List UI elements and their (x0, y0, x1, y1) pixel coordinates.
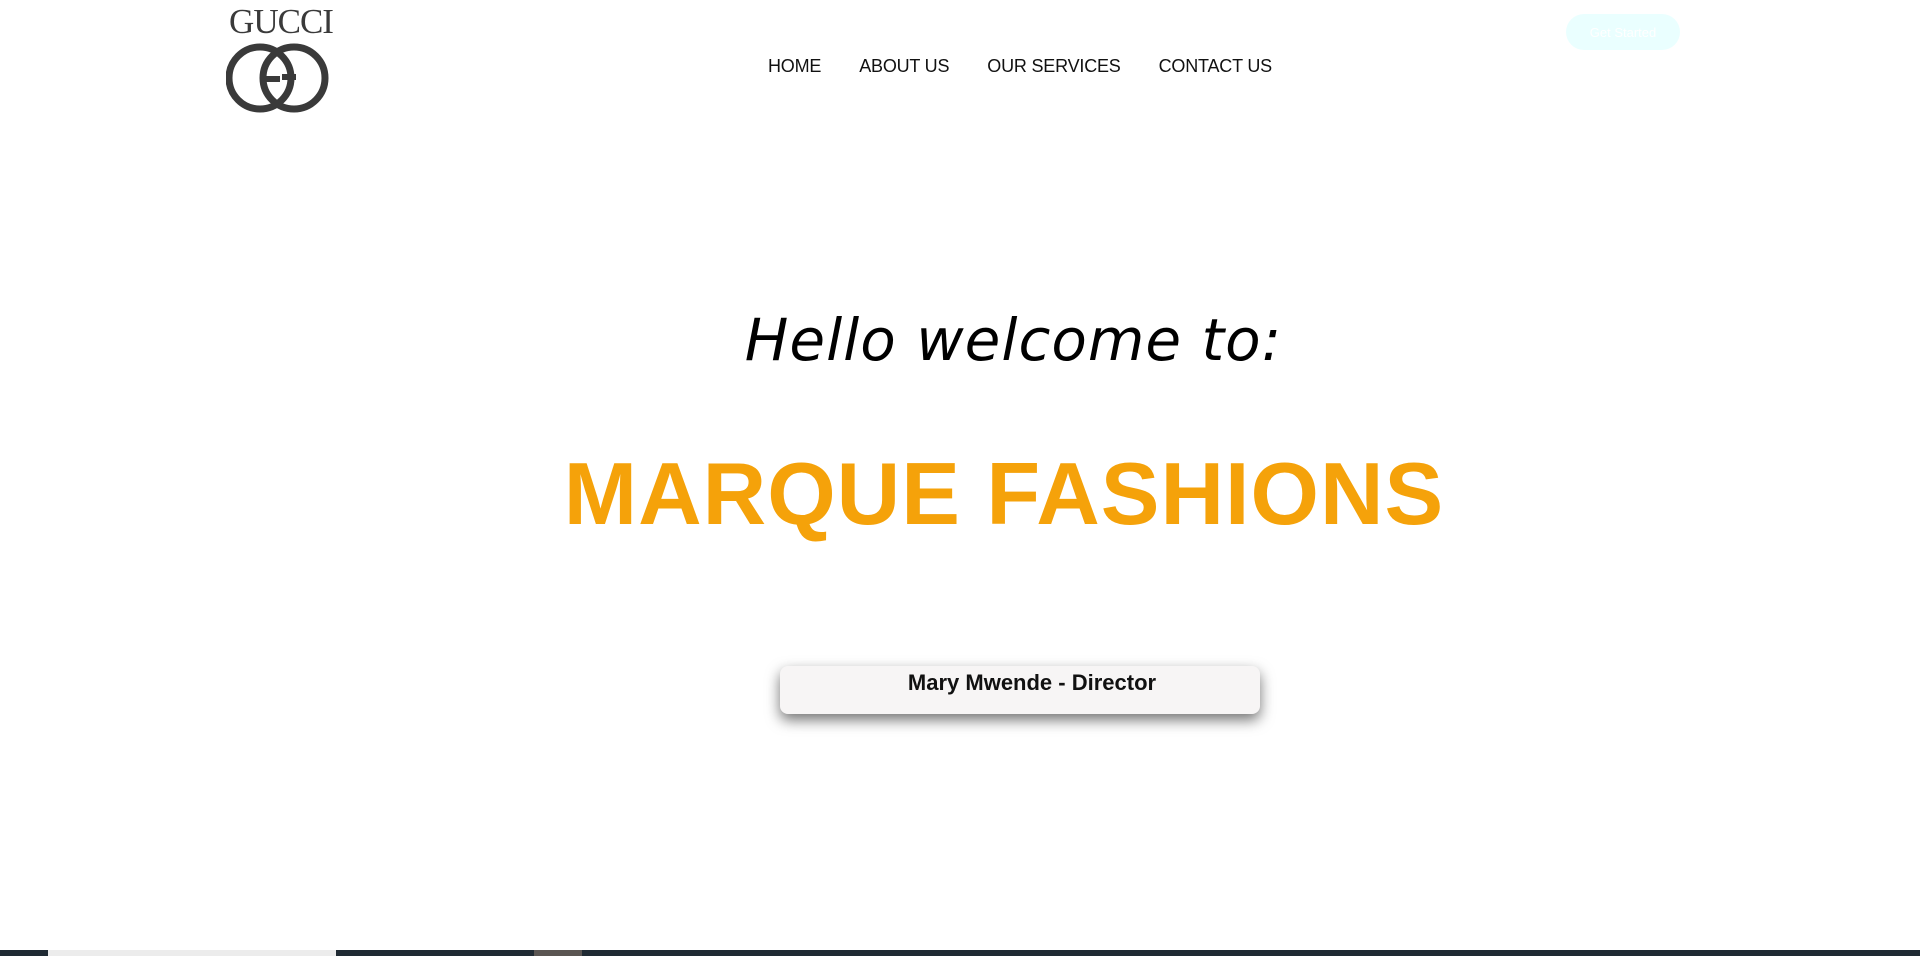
strip-image-b (534, 950, 582, 956)
hero-brand-title: MARQUE FASHIONS (563, 444, 1445, 543)
director-card: Mary Mwende - Director (780, 666, 1260, 714)
page: GUCCI HOME ABOUT US OUR SERVICES CONTACT… (0, 0, 1920, 956)
nav-contact-us[interactable]: CONTACT US (1159, 56, 1273, 77)
director-label: Mary Mwende - Director (907, 670, 1157, 695)
strip-image-a (48, 950, 336, 956)
nav-our-services[interactable]: OUR SERVICES (987, 56, 1121, 77)
next-section-strip (0, 950, 1920, 956)
logo-text: GUCCI (229, 2, 334, 41)
main-nav: HOME ABOUT US OUR SERVICES CONTACT US (768, 56, 1272, 77)
site-logo[interactable]: GUCCI (220, 4, 342, 116)
hero-greeting: Hello welcome to: (744, 306, 1283, 374)
get-started-button[interactable]: Get Started (1566, 14, 1680, 50)
nav-about-us[interactable]: ABOUT US (859, 56, 949, 77)
gucci-double-g-logo-icon (226, 43, 329, 113)
nav-home[interactable]: HOME (768, 56, 821, 77)
